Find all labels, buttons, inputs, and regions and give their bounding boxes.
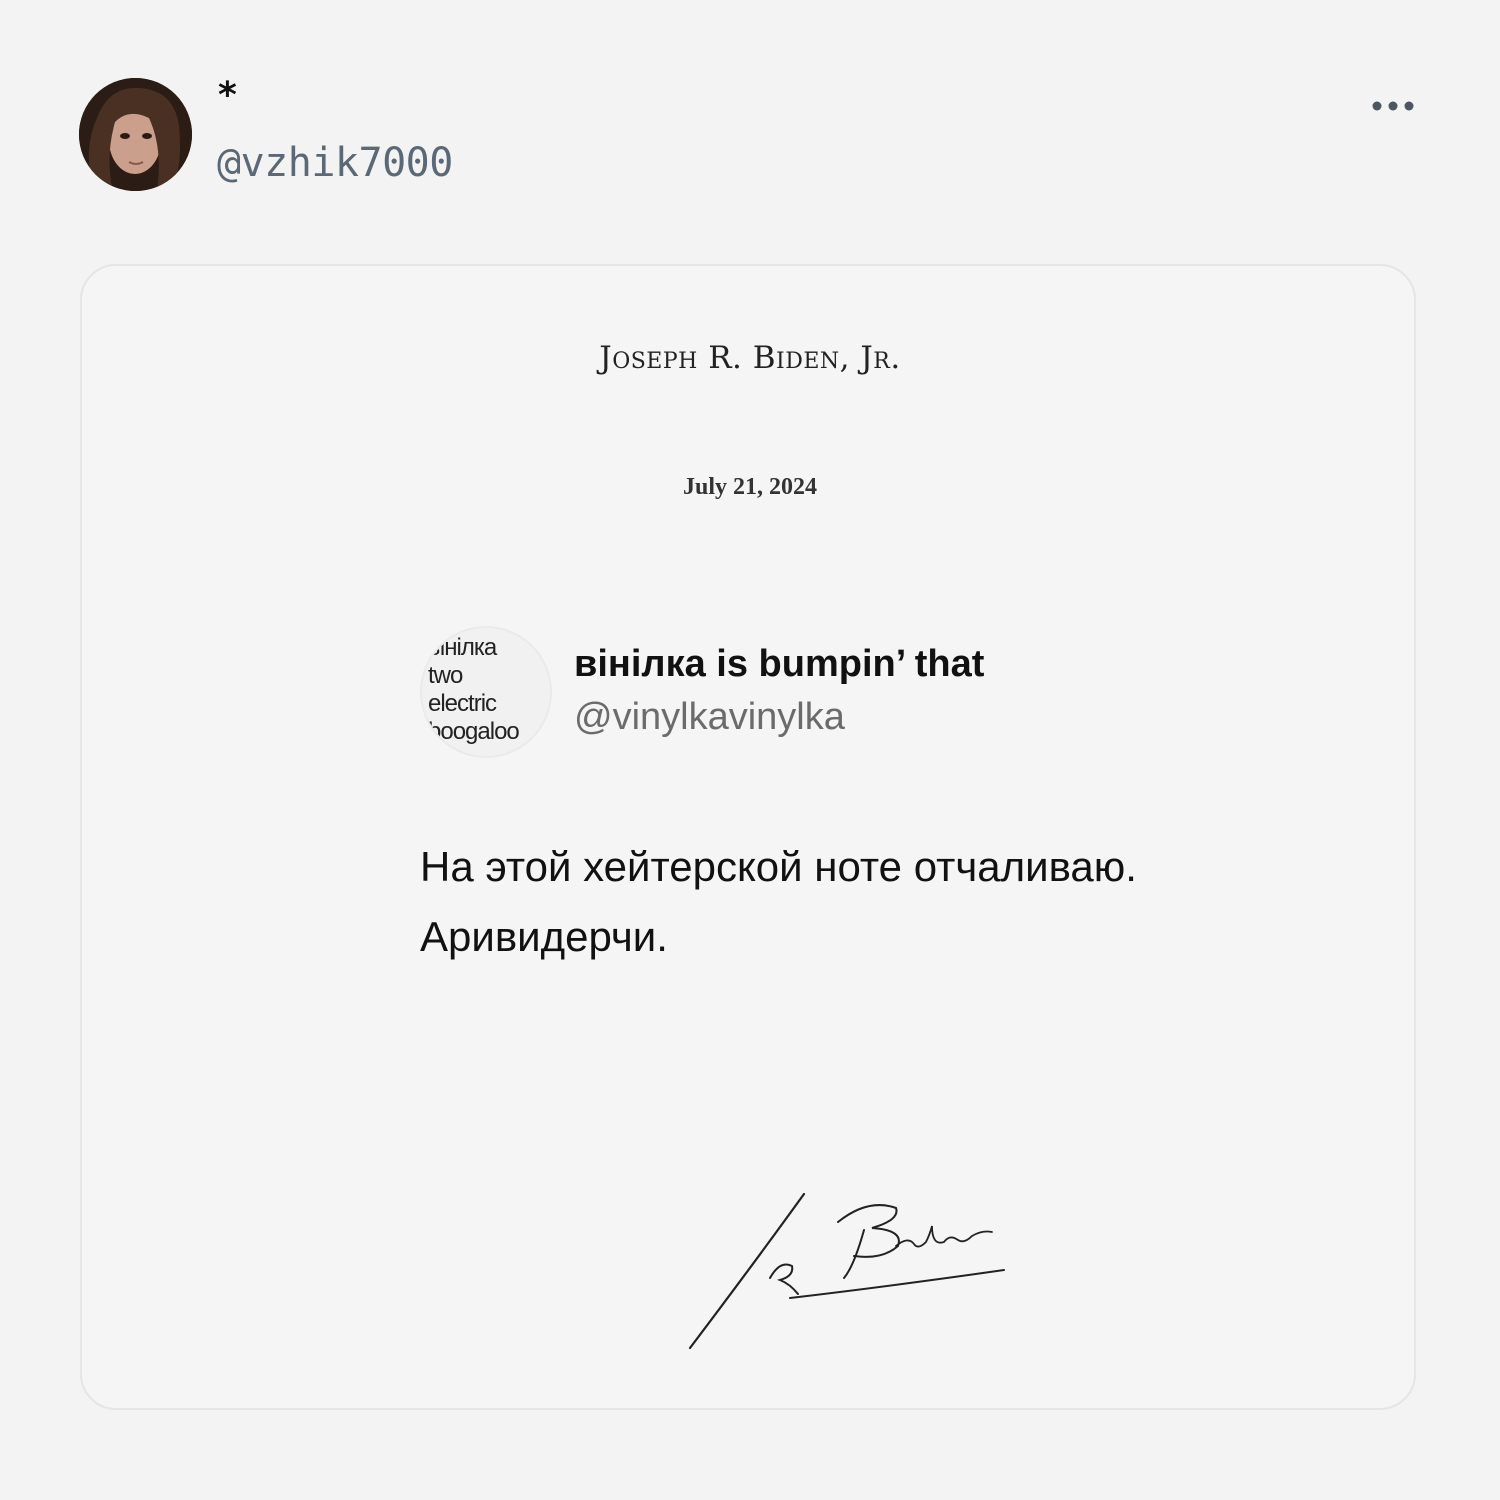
quoted-avatar: ынілка two electric boogaloo <box>420 626 552 758</box>
quoted-tweet-text: На этой хейтерской ноте отчаливаю. Ариви… <box>420 832 1320 972</box>
more-options-button[interactable] <box>1365 88 1421 124</box>
avatar-text-line: ынілка <box>428 634 497 661</box>
post-view: * @vzhik7000 Joseph R. Biden, Jr. July 2… <box>0 0 1500 1500</box>
avatar-text-line: two <box>428 662 463 689</box>
avatar-photo <box>79 78 192 191</box>
quoted-handle: @vinylkavinylka <box>574 696 845 738</box>
quoted-text-line: Аривидерчи. <box>420 913 668 960</box>
avatar[interactable] <box>79 78 192 191</box>
display-name[interactable]: * <box>218 78 237 114</box>
quoted-text-line: На этой хейтерской ноте отчаливаю. <box>420 843 1137 890</box>
user-handle[interactable]: @vzhik7000 <box>217 140 453 186</box>
letter-date: July 21, 2024 <box>682 474 817 500</box>
attached-image[interactable]: Joseph R. Biden, Jr. July 21, 2024 ынілк… <box>80 264 1416 1410</box>
handwritten-signature <box>688 1192 1005 1350</box>
avatar-text-line: electric <box>428 690 497 717</box>
quoted-display-name: вінілка is bumpin’ that <box>574 643 985 685</box>
letterhead: Joseph R. Biden, Jr. <box>599 340 901 376</box>
more-horizontal-icon <box>1372 101 1414 111</box>
avatar-text-line: boogaloo <box>428 718 520 745</box>
